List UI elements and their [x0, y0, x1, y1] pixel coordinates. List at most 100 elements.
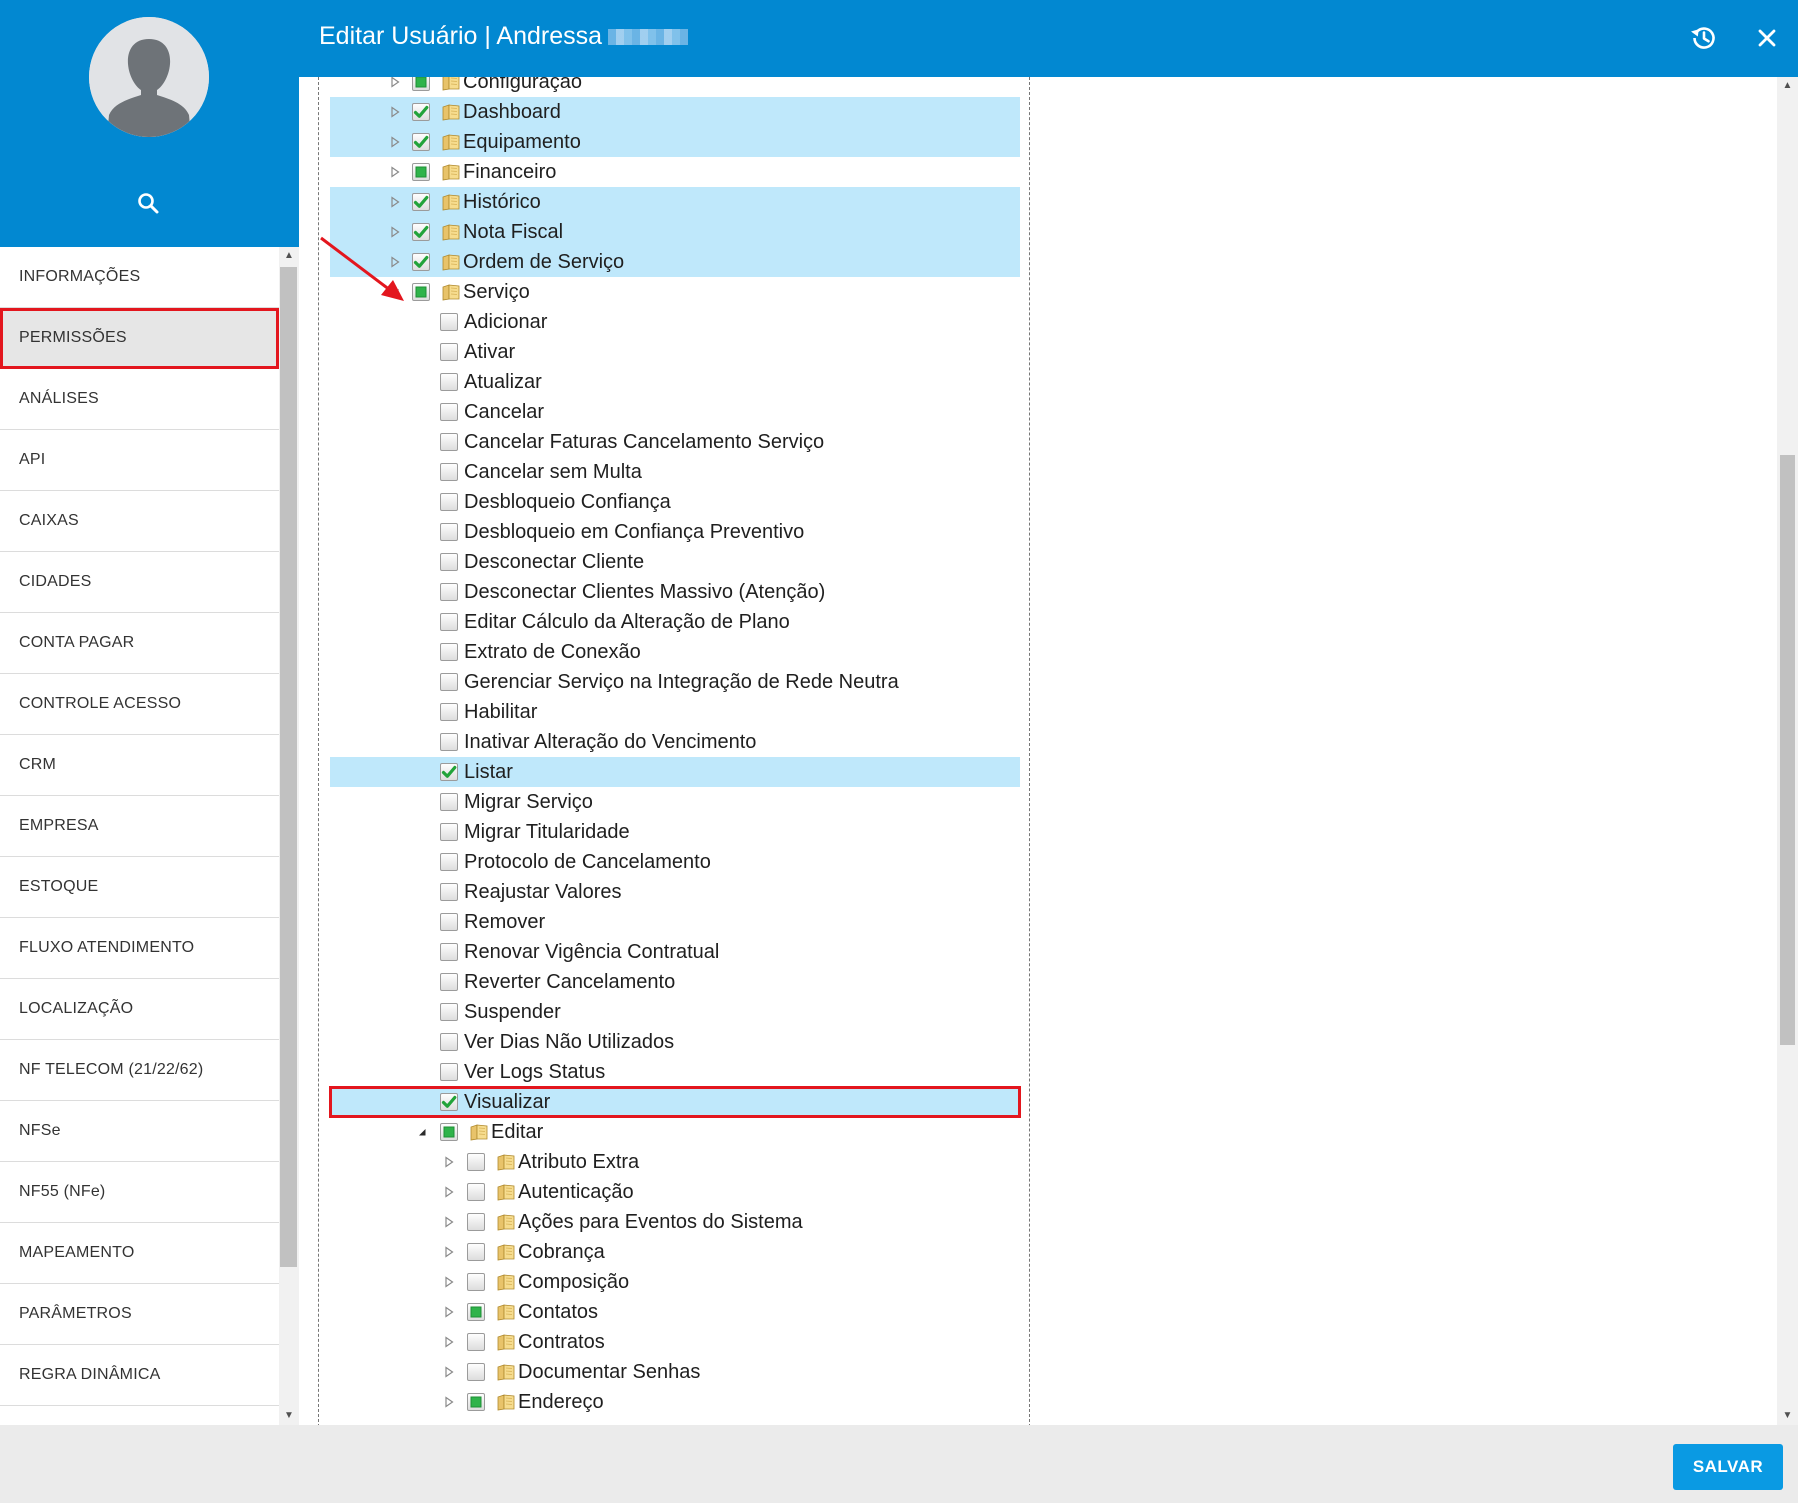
scroll-down-arrow-icon[interactable]: ▼: [279, 1407, 299, 1425]
checkbox-icon[interactable]: [440, 1003, 458, 1021]
expand-arrow-icon[interactable]: [443, 1336, 455, 1348]
tree-node[interactable]: Nota Fiscal: [330, 217, 1020, 247]
expand-arrow-icon[interactable]: [389, 136, 401, 148]
sidebar-item[interactable]: ESTOQUE: [0, 857, 279, 918]
checkbox-icon[interactable]: [412, 193, 430, 211]
sidebar-item[interactable]: CAIXAS: [0, 491, 279, 552]
checkbox-icon[interactable]: [440, 1063, 458, 1081]
tree-node[interactable]: Ativar: [330, 337, 1020, 367]
checkbox-icon[interactable]: [467, 1213, 485, 1231]
expand-arrow-icon[interactable]: [443, 1246, 455, 1258]
checkbox-icon[interactable]: [440, 913, 458, 931]
sidebar-item[interactable]: LOCALIZAÇÃO: [0, 979, 279, 1040]
sidebar-item[interactable]: ANÁLISES: [0, 369, 279, 430]
tree-node[interactable]: Serviço: [330, 277, 1020, 307]
tree-node[interactable]: Remover: [330, 907, 1020, 937]
tree-node[interactable]: Listar: [330, 757, 1020, 787]
sidebar-item[interactable]: API: [0, 430, 279, 491]
checkbox-icon[interactable]: [440, 343, 458, 361]
tree-node[interactable]: Histórico: [330, 187, 1020, 217]
tree-node[interactable]: Migrar Serviço: [330, 787, 1020, 817]
checkbox-icon[interactable]: [440, 973, 458, 991]
tree-node[interactable]: Autenticação: [330, 1177, 1020, 1207]
save-button[interactable]: SALVAR: [1673, 1444, 1783, 1490]
checkbox-icon[interactable]: [440, 763, 458, 781]
scroll-up-arrow-icon[interactable]: ▲: [1777, 77, 1798, 95]
checkbox-icon[interactable]: [440, 493, 458, 511]
sidebar-item[interactable]: MAPEAMENTO: [0, 1223, 279, 1284]
expand-arrow-icon[interactable]: [443, 1186, 455, 1198]
checkbox-icon[interactable]: [412, 133, 430, 151]
checkbox-icon[interactable]: [440, 403, 458, 421]
tree-node[interactable]: Renovar Vigência Contratual: [330, 937, 1020, 967]
checkbox-icon[interactable]: [440, 313, 458, 331]
checkbox-icon[interactable]: [440, 853, 458, 871]
sidebar-item[interactable]: NFSe: [0, 1101, 279, 1162]
tree-node[interactable]: Desconectar Cliente: [330, 547, 1020, 577]
checkbox-icon[interactable]: [440, 373, 458, 391]
tree-node[interactable]: Ordem de Serviço: [330, 247, 1020, 277]
history-icon[interactable]: [1688, 23, 1718, 53]
tree-node[interactable]: Equipamento: [330, 127, 1020, 157]
tree-node[interactable]: Cancelar: [330, 397, 1020, 427]
checkbox-icon[interactable]: [467, 1183, 485, 1201]
checkbox-icon[interactable]: [440, 943, 458, 961]
tree-node[interactable]: Atributo Extra: [330, 1147, 1020, 1177]
expand-arrow-icon[interactable]: [389, 196, 401, 208]
content-scroll-thumb[interactable]: [1780, 455, 1795, 1045]
sidebar-item[interactable]: CONTA PAGAR: [0, 613, 279, 674]
scroll-down-arrow-icon[interactable]: ▼: [1777, 1407, 1798, 1425]
collapse-arrow-icon[interactable]: [416, 1126, 428, 1138]
tree-node[interactable]: Configuração: [330, 77, 1020, 97]
tree-node[interactable]: Gerenciar Serviço na Integração de Rede …: [330, 667, 1020, 697]
tree-node[interactable]: Reverter Cancelamento: [330, 967, 1020, 997]
user-avatar-icon[interactable]: [89, 17, 209, 137]
checkbox-icon[interactable]: [440, 883, 458, 901]
checkbox-icon[interactable]: [412, 253, 430, 271]
tree-node[interactable]: Cancelar Faturas Cancelamento Serviço: [330, 427, 1020, 457]
tree-node[interactable]: Desbloqueio em Confiança Preventivo: [330, 517, 1020, 547]
tree-node[interactable]: Dashboard: [330, 97, 1020, 127]
expand-arrow-icon[interactable]: [443, 1396, 455, 1408]
checkbox-icon[interactable]: [467, 1273, 485, 1291]
checkbox-icon[interactable]: [467, 1303, 485, 1321]
sidebar-scrollbar[interactable]: ▲ ▼: [279, 247, 299, 1425]
collapse-arrow-icon[interactable]: [389, 286, 401, 298]
checkbox-icon[interactable]: [412, 163, 430, 181]
checkbox-icon[interactable]: [440, 823, 458, 841]
sidebar-item[interactable]: CRM: [0, 735, 279, 796]
sidebar-item[interactable]: REGRA DINÂMICA: [0, 1345, 279, 1406]
sidebar-item[interactable]: CONTROLE ACESSO: [0, 674, 279, 735]
tree-node[interactable]: Financeiro: [330, 157, 1020, 187]
checkbox-icon[interactable]: [467, 1393, 485, 1411]
tree-node[interactable]: Protocolo de Cancelamento: [330, 847, 1020, 877]
checkbox-icon[interactable]: [440, 463, 458, 481]
tree-node[interactable]: Extrato de Conexão: [330, 637, 1020, 667]
expand-arrow-icon[interactable]: [443, 1216, 455, 1228]
expand-arrow-icon[interactable]: [443, 1306, 455, 1318]
tree-node[interactable]: Migrar Titularidade: [330, 817, 1020, 847]
tree-node[interactable]: Cobrança: [330, 1237, 1020, 1267]
checkbox-icon[interactable]: [440, 793, 458, 811]
sidebar-item[interactable]: INFORMAÇÕES: [0, 247, 279, 308]
tree-node[interactable]: Cancelar sem Multa: [330, 457, 1020, 487]
sidebar-item[interactable]: NF55 (NFe): [0, 1162, 279, 1223]
tree-node[interactable]: Habilitar: [330, 697, 1020, 727]
tree-node[interactable]: Editar: [330, 1117, 1020, 1147]
sidebar-scroll-thumb[interactable]: [280, 267, 297, 1267]
content-scrollbar[interactable]: ▲ ▼: [1777, 77, 1798, 1425]
tree-node[interactable]: Inativar Alteração do Vencimento: [330, 727, 1020, 757]
tree-node[interactable]: Ver Dias Não Utilizados: [330, 1027, 1020, 1057]
checkbox-icon[interactable]: [440, 1033, 458, 1051]
tree-node[interactable]: Documentar Senhas: [330, 1357, 1020, 1387]
tree-node[interactable]: Visualizar: [329, 1086, 1021, 1118]
checkbox-icon[interactable]: [440, 583, 458, 601]
expand-arrow-icon[interactable]: [389, 166, 401, 178]
checkbox-icon[interactable]: [467, 1363, 485, 1381]
tree-node[interactable]: Suspender: [330, 997, 1020, 1027]
expand-arrow-icon[interactable]: [443, 1276, 455, 1288]
checkbox-icon[interactable]: [440, 703, 458, 721]
expand-arrow-icon[interactable]: [389, 77, 401, 88]
checkbox-icon[interactable]: [412, 103, 430, 121]
checkbox-icon[interactable]: [440, 1093, 458, 1111]
